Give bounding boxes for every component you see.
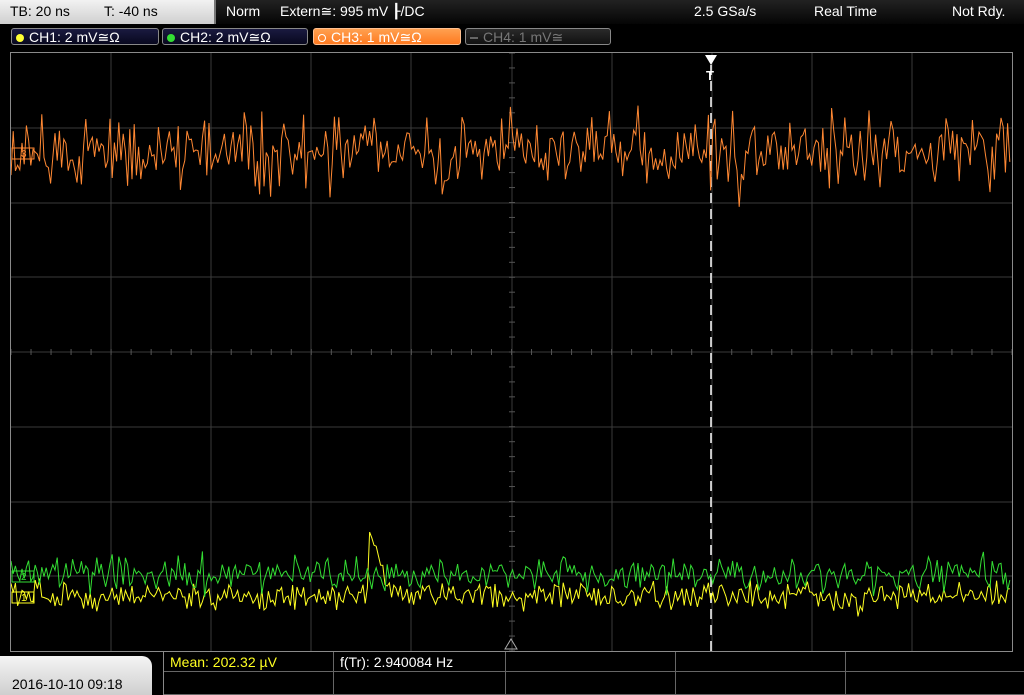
ch2-marker-label: 2: [21, 572, 27, 583]
datetime-panel: 2016-10-10 09:18: [0, 656, 152, 695]
trigger-time-value[interactable]: T: -40 ns: [104, 3, 158, 19]
ch3-level-marker[interactable]: 3: [11, 147, 35, 160]
ch1-marker-label: 1: [21, 593, 27, 604]
ch2-trace: [10, 551, 1011, 598]
horizontal-position-icon[interactable]: [504, 638, 518, 650]
ch4-indicator-icon: [470, 37, 478, 39]
trigger-arrow-icon[interactable]: [705, 55, 717, 65]
channel-1-button[interactable]: CH1: 2 mV≅Ω: [11, 28, 159, 45]
measurement-panel: Mean: 202.32 µV f(Tr): 2.940084 Hz: [163, 652, 1024, 695]
trigger-source[interactable]: Extern≅: 995 mV ┠/DC: [280, 3, 425, 20]
acquisition-mode[interactable]: Real Time: [814, 3, 877, 19]
ch3-label: CH3: 1 mV≅Ω: [331, 29, 422, 45]
ch3-marker-label: 3: [21, 149, 27, 160]
trigger-marker-label: T: [706, 68, 714, 83]
measurement-mean[interactable]: Mean: 202.32 µV: [170, 654, 277, 670]
ch2-label: CH2: 2 mV≅Ω: [180, 29, 271, 45]
timebase-value[interactable]: TB: 20 ns: [10, 3, 70, 19]
channel-2-button[interactable]: CH2: 2 mV≅Ω: [162, 28, 308, 45]
ch2-indicator-icon: [167, 34, 175, 42]
timebase-panel[interactable]: TB: 20 ns T: -40 ns: [0, 0, 216, 24]
channel-bar: CH1: 2 mV≅Ω CH2: 2 mV≅Ω CH3: 1 mV≅Ω CH4:…: [0, 24, 1024, 48]
status-label: Not Rdy.: [952, 3, 1006, 19]
datetime-label: 2016-10-10 09:18: [12, 676, 123, 692]
channel-3-button[interactable]: CH3: 1 mV≅Ω: [313, 28, 461, 45]
channel-4-button[interactable]: CH4: 1 mV≅: [465, 28, 611, 45]
ch4-label: CH4: 1 mV≅: [483, 29, 564, 45]
graticule: [10, 52, 1013, 652]
ch3-trace: [10, 105, 1011, 207]
ch1-indicator-icon: [16, 34, 24, 42]
trigger-mode[interactable]: Norm: [226, 3, 260, 19]
sample-rate[interactable]: 2.5 GSa/s: [694, 3, 756, 19]
ch1-label: CH1: 2 mV≅Ω: [29, 29, 120, 45]
top-status-bar: TB: 20 ns T: -40 ns Norm Extern≅: 995 mV…: [0, 0, 1024, 24]
ch1-level-marker[interactable]: 1: [11, 591, 35, 604]
waveform-canvas[interactable]: T 3 2 1: [10, 52, 1013, 652]
waveform-display[interactable]: T 3 2 1: [10, 52, 1013, 652]
ch3-indicator-icon: [318, 34, 326, 42]
measurement-frequency[interactable]: f(Tr): 2.940084 Hz: [340, 654, 453, 670]
trigger-panel: Norm Extern≅: 995 mV ┠/DC 2.5 GSa/s Real…: [216, 0, 1024, 24]
